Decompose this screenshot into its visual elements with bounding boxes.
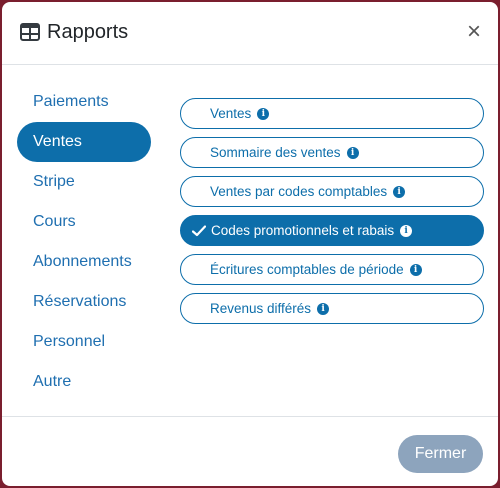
- nav-item-abonnements[interactable]: Abonnements: [17, 242, 151, 282]
- nav-item-personnel[interactable]: Personnel: [17, 322, 151, 362]
- info-icon[interactable]: i: [346, 146, 359, 159]
- nav-item-cours[interactable]: Cours: [17, 202, 151, 242]
- report-option-ventes-par-codes-comptables[interactable]: Ventes par codes comptables i: [180, 176, 484, 207]
- report-option-codes-promotionnels[interactable]: Codes promotionnels et rabais i: [180, 215, 484, 246]
- reports-modal: Rapports × Paiements Ventes Stripe Cours…: [2, 2, 498, 486]
- modal-title: Rapports: [47, 21, 129, 43]
- info-icon[interactable]: i: [393, 185, 406, 198]
- report-label: Écritures comptables de période: [210, 262, 404, 277]
- nav-item-paiements[interactable]: Paiements: [17, 82, 151, 122]
- report-option-revenus-differes[interactable]: Revenus différés i: [180, 293, 484, 324]
- nav-item-reservations[interactable]: Réservations: [17, 282, 151, 322]
- report-label: Sommaire des ventes: [210, 145, 341, 160]
- close-icon[interactable]: ×: [462, 18, 486, 46]
- modal-body: Paiements Ventes Stripe Cours Abonnement…: [2, 66, 498, 416]
- info-icon[interactable]: i: [400, 224, 413, 237]
- nav-item-stripe[interactable]: Stripe: [17, 162, 151, 202]
- fermer-button[interactable]: Fermer: [398, 435, 483, 473]
- report-label: Ventes: [210, 106, 252, 121]
- table-icon: [20, 23, 40, 41]
- report-list: Ventes i Sommaire des ventes i Ventes pa…: [180, 98, 484, 332]
- report-option-ecritures-comptables[interactable]: Écritures comptables de période i: [180, 254, 484, 285]
- info-icon[interactable]: i: [409, 263, 422, 276]
- report-label: Codes promotionnels et rabais: [211, 223, 395, 238]
- modal-header: Rapports ×: [2, 2, 498, 65]
- check-icon: [192, 224, 206, 236]
- info-icon[interactable]: i: [257, 107, 270, 120]
- modal-footer: Fermer: [2, 416, 498, 486]
- report-label: Ventes par codes comptables: [210, 184, 388, 199]
- nav-item-ventes[interactable]: Ventes: [17, 122, 151, 162]
- nav-item-autre[interactable]: Autre: [17, 362, 151, 402]
- report-option-ventes[interactable]: Ventes i: [180, 98, 484, 129]
- info-icon[interactable]: i: [317, 302, 330, 315]
- report-option-sommaire-des-ventes[interactable]: Sommaire des ventes i: [180, 137, 484, 168]
- category-nav: Paiements Ventes Stripe Cours Abonnement…: [17, 82, 151, 402]
- report-label: Revenus différés: [210, 301, 312, 316]
